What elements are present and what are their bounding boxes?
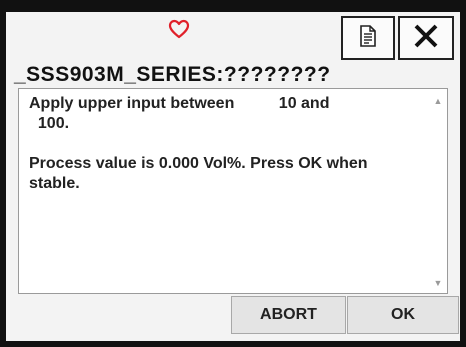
message-line [29,134,425,154]
scroll-down-arrow-icon[interactable]: ▼ [432,277,444,289]
message-line: Apply upper input between 10 and [29,95,330,112]
message-panel: Apply upper input between 10 and 100. Pr… [18,88,448,294]
dialog-title: _SSS903M_SERIES:???????? [14,63,331,86]
document-button[interactable] [341,16,395,60]
message-line: Process value is 0.000 Vol%. Press OK wh… [29,155,368,172]
ok-button[interactable]: OK [347,296,459,334]
message-line: 100. [29,115,70,132]
dialog-footer: ABORT OK [6,294,460,335]
abort-button[interactable]: ABORT [231,296,346,334]
close-button[interactable] [398,16,454,60]
message-text: Apply upper input between 10 and 100. Pr… [29,94,425,194]
document-icon [358,24,378,53]
close-icon [413,23,439,54]
heart-icon [168,18,190,40]
scrollbar[interactable]: ▲ ▼ [429,89,447,293]
scroll-up-arrow-icon[interactable]: ▲ [432,95,444,107]
message-line: stable. [29,175,80,192]
dialog-header: _SSS903M_SERIES:???????? [6,12,460,87]
